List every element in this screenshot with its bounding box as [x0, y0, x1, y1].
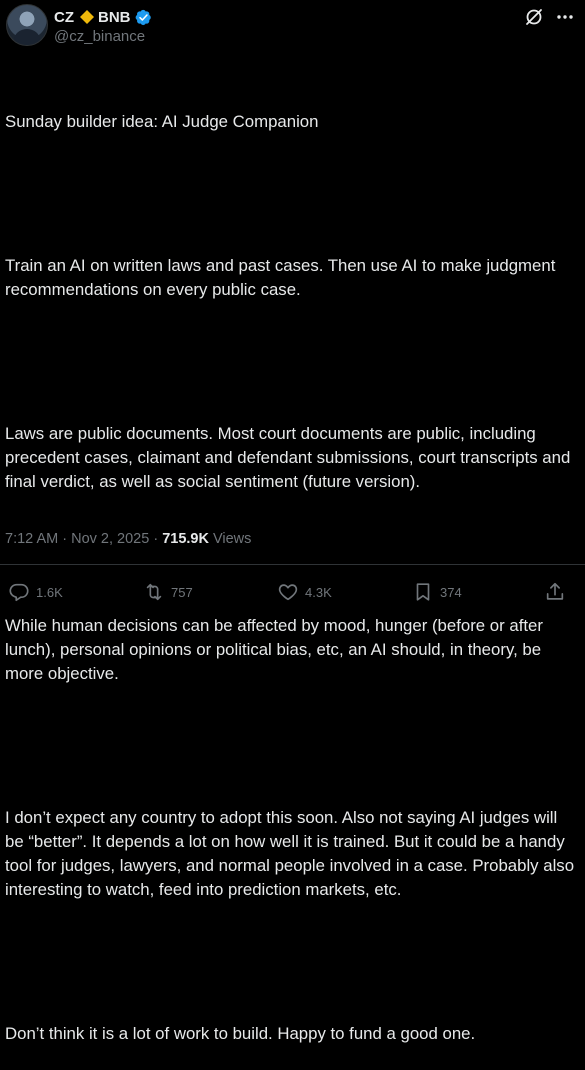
post-paragraph: I don’t expect any country to adopt this… [5, 808, 579, 899]
display-name-part1[interactable]: CZ [54, 9, 74, 26]
post-paragraph: While human decisions can be affected by… [5, 616, 548, 683]
post-time[interactable]: 7:12 AM [5, 531, 58, 547]
like-icon [278, 584, 298, 601]
post-paragraph: Laws are public documents. Most court do… [5, 424, 575, 491]
post-paragraph: Train an AI on written laws and past cas… [5, 256, 561, 299]
author-name-row[interactable]: CZ BNB [54, 7, 152, 27]
repost-count: 757 [171, 584, 193, 600]
repost-button[interactable]: 757 [143, 578, 193, 606]
share-button[interactable] [544, 578, 572, 606]
grok-icon[interactable] [523, 6, 545, 28]
views-label[interactable]: Views [209, 531, 251, 547]
post-paragraph: Don’t think it is a lot of work to build… [5, 1024, 476, 1043]
meta-separator: · [58, 531, 72, 547]
repost-icon [146, 583, 162, 601]
reply-button[interactable]: 1.6K [8, 578, 63, 606]
post-meta: 7:12 AM · Nov 2, 2025 · 715.9K Views [5, 531, 251, 547]
verified-badge-icon [135, 9, 151, 25]
like-button[interactable]: 4.3K [277, 578, 332, 606]
more-icon[interactable] [554, 6, 576, 28]
post-header: CZ BNB @cz_binance [0, 0, 585, 56]
author-handle[interactable]: @cz_binance [54, 28, 145, 45]
post-paragraph: Sunday builder idea: AI Judge Companion [5, 112, 319, 131]
reply-icon [9, 583, 29, 602]
post-date[interactable]: Nov 2, 2025 [71, 531, 149, 547]
like-count: 4.3K [305, 584, 332, 600]
avatar[interactable] [6, 4, 48, 46]
share-icon [546, 582, 564, 600]
bookmark-icon [416, 583, 430, 601]
display-name-part2[interactable]: BNB [98, 9, 131, 26]
action-bar: 1.6K 757 4.3K 374 [0, 578, 585, 606]
bookmark-button[interactable]: 374 [412, 578, 462, 606]
reply-count: 1.6K [36, 584, 63, 600]
bookmark-count: 374 [440, 584, 462, 600]
post-text: Sunday builder idea: AI Judge Companion … [5, 62, 575, 1070]
diamond-icon [80, 10, 94, 24]
divider [0, 564, 585, 565]
views-count[interactable]: 715.9K [162, 531, 209, 547]
meta-separator: · [149, 531, 163, 547]
